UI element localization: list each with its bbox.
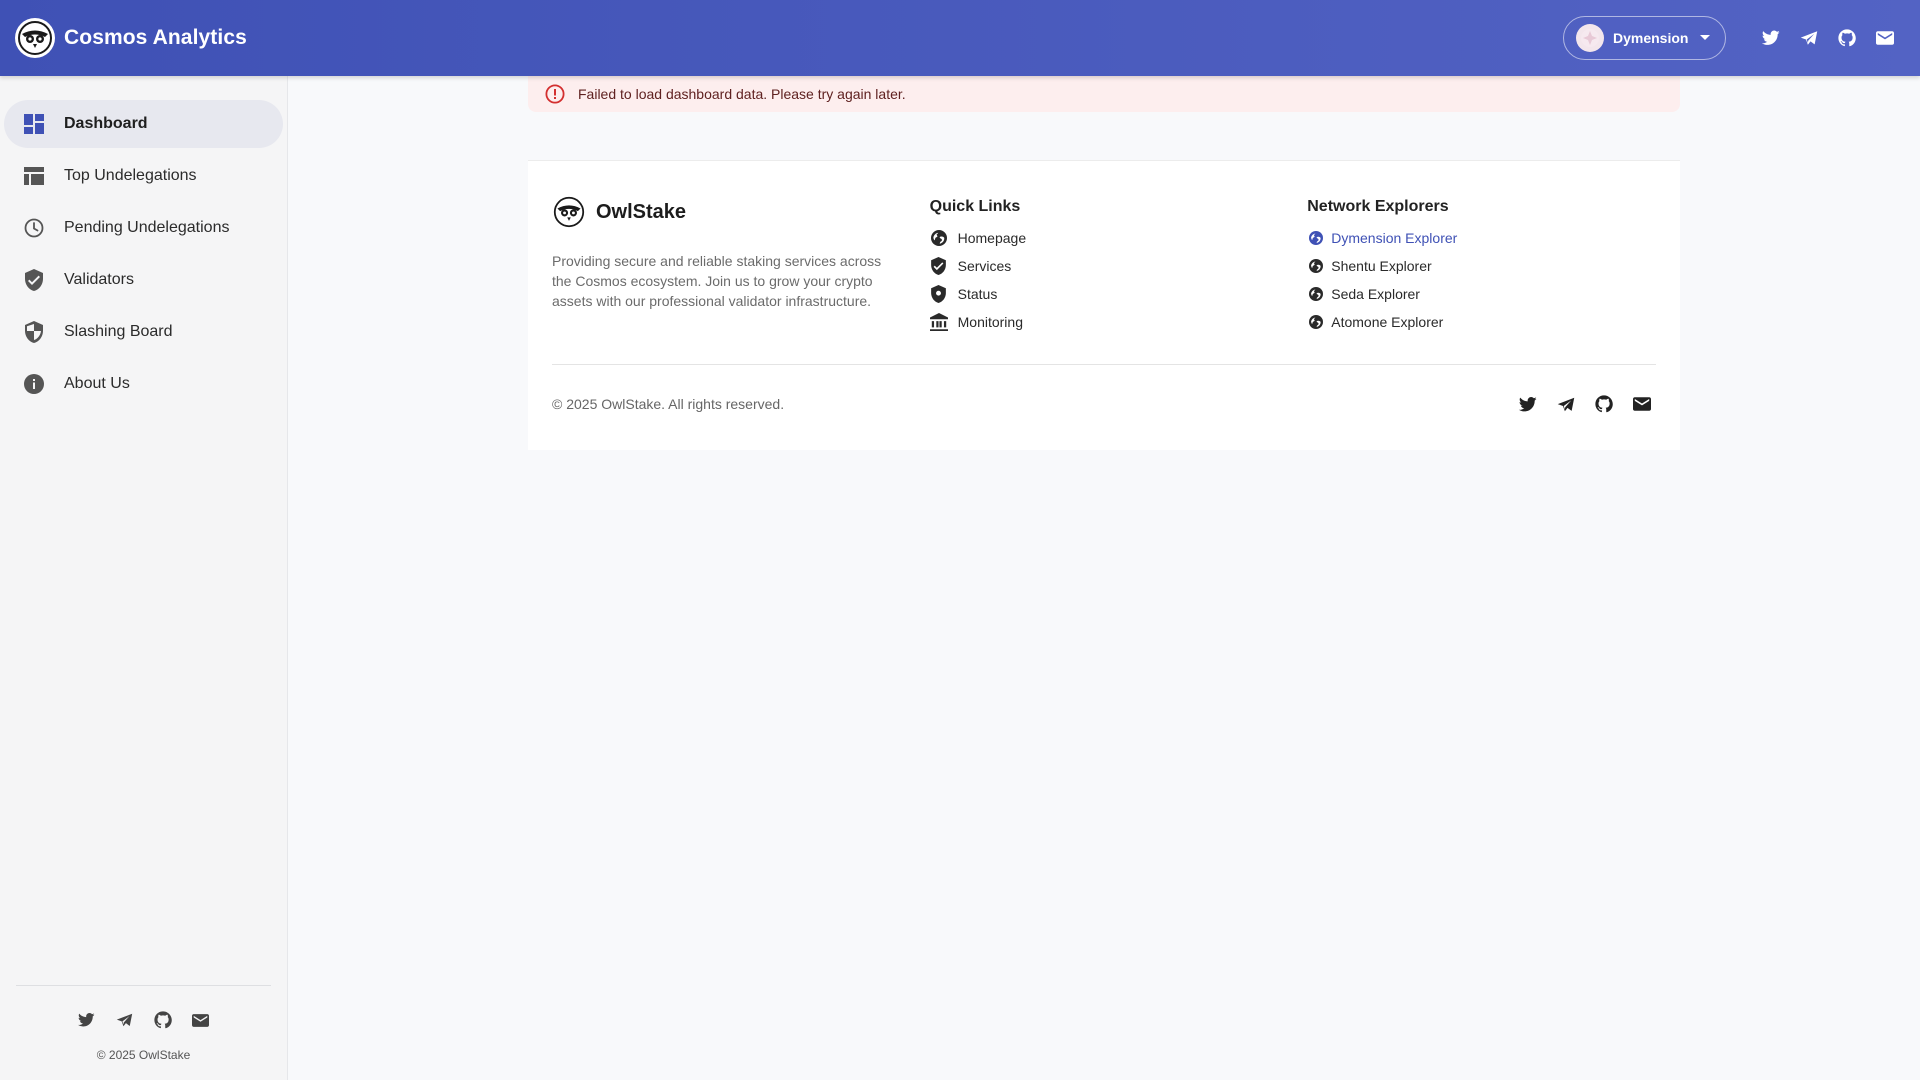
network-explorers-heading: Network Explorers xyxy=(1307,198,1449,215)
sidebar-footer: © 2025 OwlStake xyxy=(16,985,271,1062)
sidebar-item-validators[interactable]: Validators xyxy=(4,256,283,304)
github-icon[interactable] xyxy=(149,1006,177,1034)
sidebar-item-label: Dashboard xyxy=(64,115,148,132)
footer-description: Providing secure and reliable staking se… xyxy=(552,253,882,309)
footer-link-status[interactable]: Status xyxy=(930,280,1308,308)
footer-link-label: Homepage xyxy=(957,230,1027,246)
brand[interactable]: Cosmos Analytics xyxy=(15,18,247,58)
github-icon[interactable] xyxy=(1828,19,1866,57)
owl-logo-icon xyxy=(552,195,586,229)
error-alert: Failed to load dashboard data. Please tr… xyxy=(528,76,1680,112)
app-title: Cosmos Analytics xyxy=(64,26,247,49)
error-outline-icon xyxy=(544,83,566,105)
globe-icon xyxy=(930,229,948,247)
owl-logo-icon xyxy=(15,18,55,58)
sidebar-item-about-us[interactable]: About Us xyxy=(4,360,283,408)
sidebar-item-label: Slashing Board xyxy=(64,323,173,340)
footer-link-monitoring[interactable]: Monitoring xyxy=(929,308,1308,336)
site-footer: OwlStake Providing secure and reliable s… xyxy=(528,160,1680,450)
twitter-icon[interactable] xyxy=(1752,19,1790,57)
network-selector[interactable]: Dymension xyxy=(1563,16,1726,60)
sidebar-item-label: Top Undelegations xyxy=(64,167,197,184)
footer-link-seda-explorer[interactable]: Seda Explorer xyxy=(1307,280,1656,308)
footer-link-label: Status xyxy=(957,286,998,302)
footer-about: OwlStake Providing secure and reliable s… xyxy=(552,195,930,364)
telegram-icon[interactable] xyxy=(1790,19,1828,57)
shield-half-icon xyxy=(22,320,46,344)
telegram-icon[interactable] xyxy=(111,1006,139,1034)
info-icon xyxy=(22,372,46,396)
sidebar-nav: Dashboard Top Undelegations Pending Unde… xyxy=(0,76,287,408)
network-selector-label: Dymension xyxy=(1613,30,1689,46)
sidebar-item-label: Validators xyxy=(64,271,134,288)
globe-icon xyxy=(1307,285,1325,303)
footer-link-shentu-explorer[interactable]: Shentu Explorer xyxy=(1307,252,1656,280)
footer-brand[interactable]: OwlStake xyxy=(552,195,930,229)
footer-link-label: Seda Explorer xyxy=(1331,286,1420,302)
shield-check-icon xyxy=(22,268,46,292)
globe-icon xyxy=(1307,257,1325,275)
footer-brand-name: OwlStake xyxy=(596,200,687,223)
footer-link-dymension-explorer[interactable]: Dymension Explorer xyxy=(1307,224,1656,252)
sidebar-item-pending-undelegations[interactable]: Pending Undelegations xyxy=(4,204,283,252)
footer-quick-links: Quick Links Homepage Services Status Mon… xyxy=(929,195,1308,364)
sidebar: Dashboard Top Undelegations Pending Unde… xyxy=(0,76,288,1080)
footer-network-explorers: Network Explorers Dymension Explorer She… xyxy=(1307,195,1656,364)
sidebar-social-links xyxy=(16,1006,271,1034)
dymension-logo-icon xyxy=(1576,24,1604,52)
quick-links-heading: Quick Links xyxy=(929,198,1021,215)
twitter-icon[interactable] xyxy=(1514,390,1542,418)
bank-icon xyxy=(929,313,948,331)
sidebar-item-dashboard[interactable]: Dashboard xyxy=(4,100,283,148)
shield-check-icon xyxy=(930,257,948,275)
sidebar-item-label: Pending Undelegations xyxy=(64,219,230,236)
footer-link-services[interactable]: Services xyxy=(930,252,1308,280)
sidebar-item-slashing-board[interactable]: Slashing Board xyxy=(4,308,283,356)
sidebar-copyright: © 2025 OwlStake xyxy=(96,1048,191,1062)
footer-copyright: © 2025 OwlStake. All rights reserved. xyxy=(552,396,785,412)
dashboard-icon xyxy=(22,112,46,136)
footer-link-label: Atomone Explorer xyxy=(1331,314,1444,330)
telegram-icon[interactable] xyxy=(1552,390,1580,418)
github-icon[interactable] xyxy=(1590,390,1618,418)
error-alert-message: Failed to load dashboard data. Please tr… xyxy=(578,86,906,102)
shield-icon xyxy=(930,285,948,303)
globe-icon xyxy=(1307,229,1325,247)
footer-social-links xyxy=(1514,390,1656,418)
email-icon[interactable] xyxy=(187,1006,215,1034)
table-icon xyxy=(22,164,46,188)
chevron-down-icon xyxy=(1700,35,1711,41)
top-app-bar: Cosmos Analytics Dymension xyxy=(0,0,1920,76)
clock-icon xyxy=(22,216,46,240)
footer-link-atomone-explorer[interactable]: Atomone Explorer xyxy=(1307,308,1656,336)
twitter-icon[interactable] xyxy=(73,1006,101,1034)
sidebar-item-top-undelegations[interactable]: Top Undelegations xyxy=(4,152,283,200)
footer-link-label: Monitoring xyxy=(957,314,1023,330)
footer-link-label: Dymension Explorer xyxy=(1331,230,1458,246)
footer-link-label: Services xyxy=(957,258,1012,274)
footer-link-label: Shentu Explorer xyxy=(1331,258,1432,274)
email-icon[interactable] xyxy=(1866,19,1904,57)
globe-icon xyxy=(1307,313,1325,331)
footer-link-homepage[interactable]: Homepage xyxy=(930,224,1308,252)
sidebar-item-label: About Us xyxy=(64,375,130,392)
email-icon[interactable] xyxy=(1628,390,1656,418)
